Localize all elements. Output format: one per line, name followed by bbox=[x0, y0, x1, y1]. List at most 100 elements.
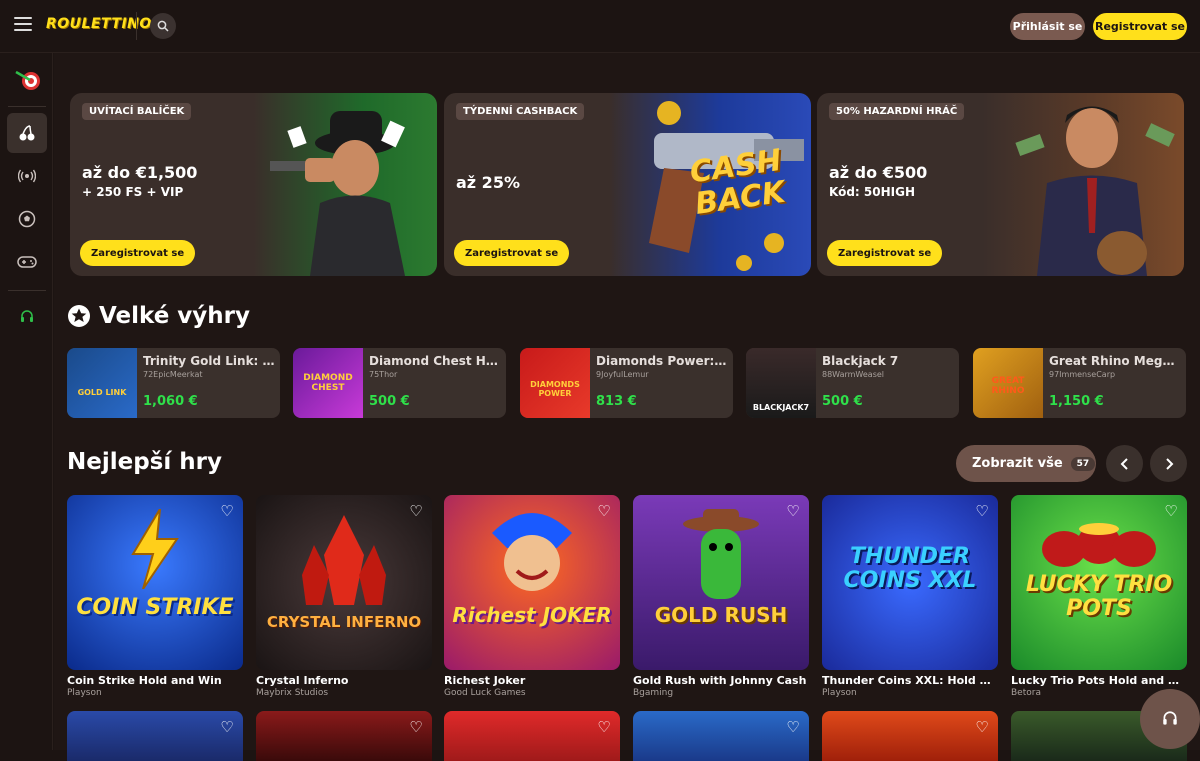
game-name: Thunder Coins XXL: Hold an... bbox=[822, 674, 998, 687]
promo-register-button[interactable]: Zaregistrovat se bbox=[454, 240, 570, 266]
game-tile[interactable]: THUNDER COINS XXL ♡ Thunder Coins XXL: H… bbox=[822, 495, 998, 698]
game-thumbnail: THUNDER COINS XXL ♡ bbox=[822, 495, 998, 670]
game-art-title: COIN STRIKE bbox=[76, 595, 234, 620]
show-all-label: Zobrazit vše bbox=[972, 456, 1063, 471]
soccer-ball-icon bbox=[18, 210, 36, 228]
sidebar-item-support[interactable] bbox=[7, 297, 47, 337]
game-thumbnail: DIAMONDS POWER bbox=[520, 348, 590, 418]
promo-subline: + 250 FS + VIP bbox=[82, 185, 184, 199]
promo-tag: TÝDENNÍ CASHBACK bbox=[456, 103, 585, 120]
game-tile-partial[interactable]: ♡ bbox=[256, 711, 432, 761]
game-thumbnail: BLACKJACK7 bbox=[746, 348, 816, 418]
win-username: 72EpicMeerkat bbox=[143, 370, 203, 379]
big-win-card[interactable]: DIAMONDS POWER Diamonds Power: H... 9Joy… bbox=[520, 348, 733, 418]
search-icon bbox=[157, 20, 169, 32]
support-chat-button[interactable] bbox=[1140, 689, 1200, 749]
game-name: Coin Strike Hold and Win bbox=[67, 674, 222, 687]
big-win-card[interactable]: GREAT RHINO Great Rhino Megaw... 97Immen… bbox=[973, 348, 1186, 418]
favorite-heart-icon[interactable]: ♡ bbox=[594, 717, 614, 737]
divider bbox=[8, 290, 46, 291]
big-win-card[interactable]: BLACKJACK7 Blackjack 7 88WarmWeasel 500 … bbox=[746, 348, 959, 418]
win-amount: 813 € bbox=[596, 394, 637, 409]
chevron-left-icon bbox=[1120, 457, 1128, 470]
joker-icon bbox=[492, 513, 572, 591]
sidebar-item-live[interactable] bbox=[7, 156, 47, 196]
game-provider: Playson bbox=[67, 688, 102, 698]
big-wins-header: Velké výhry bbox=[67, 303, 250, 329]
win-amount: 1,060 € bbox=[143, 394, 198, 409]
favorite-heart-icon[interactable]: ♡ bbox=[217, 501, 237, 521]
game-provider: Maybrix Studios bbox=[256, 688, 329, 698]
favorite-heart-icon[interactable]: ♡ bbox=[406, 501, 426, 521]
win-game-name: Blackjack 7 bbox=[822, 354, 899, 368]
favorite-heart-icon[interactable]: ♡ bbox=[594, 501, 614, 521]
game-art-title: Richest JOKER bbox=[452, 603, 612, 627]
crystal-icon bbox=[302, 515, 386, 605]
favorite-heart-icon[interactable]: ♡ bbox=[406, 717, 426, 737]
favorite-heart-icon[interactable]: ♡ bbox=[972, 501, 992, 521]
promo-tag: 50% HAZARDNÍ HRÁČ bbox=[829, 103, 965, 120]
sidebar-item-sports-promo[interactable] bbox=[7, 60, 47, 100]
promo-card-welcome[interactable]: UVÍTACÍ BALÍČEK až do €1,500 + 250 FS + … bbox=[70, 93, 437, 276]
favorite-heart-icon[interactable]: ♡ bbox=[217, 717, 237, 737]
promo-headline: až do €1,500 bbox=[82, 163, 198, 182]
favorite-heart-icon[interactable]: ♡ bbox=[783, 501, 803, 521]
cashback-art-text: CASH BACK bbox=[687, 142, 788, 222]
big-win-card[interactable]: DIAMOND CHEST Diamond Chest Hol... 75Tho… bbox=[293, 348, 506, 418]
sidebar bbox=[0, 53, 53, 750]
cactus-cowboy-icon bbox=[683, 509, 759, 599]
sidebar-item-esports[interactable] bbox=[7, 242, 47, 282]
win-game-name: Great Rhino Megaw... bbox=[1049, 354, 1181, 368]
game-provider: Good Luck Games bbox=[444, 688, 526, 698]
game-tile-partial[interactable]: ♡ bbox=[67, 711, 243, 761]
game-thumbnail: GOLD LINK bbox=[67, 348, 137, 418]
win-username: 97ImmenseCarp bbox=[1049, 370, 1116, 379]
big-win-card[interactable]: GOLD LINK Trinity Gold Link: Ru... 72Epi… bbox=[67, 348, 280, 418]
game-thumbnail: GREAT RHINO bbox=[973, 348, 1043, 418]
game-name: Richest Joker bbox=[444, 674, 526, 687]
win-game-name: Diamonds Power: H... bbox=[596, 354, 728, 368]
next-button[interactable] bbox=[1150, 445, 1187, 482]
main-content: UVÍTACÍ BALÍČEK až do €1,500 + 250 FS + … bbox=[54, 53, 1200, 761]
game-tile[interactable]: CRYSTAL INFERNO ♡ Crystal Inferno Maybri… bbox=[256, 495, 432, 698]
menu-icon[interactable] bbox=[14, 17, 32, 31]
promo-tag: UVÍTACÍ BALÍČEK bbox=[82, 103, 192, 120]
game-name: Lucky Trio Pots Hold and W... bbox=[1011, 674, 1187, 687]
game-tile[interactable]: LUCKY TRIO POTS ♡ Lucky Trio Pots Hold a… bbox=[1011, 495, 1187, 698]
show-all-button[interactable]: Zobrazit vše 57 bbox=[956, 445, 1096, 482]
game-tile-partial[interactable]: ♡ bbox=[444, 711, 620, 761]
game-tile-partial[interactable]: ♡ bbox=[633, 711, 809, 761]
favorite-heart-icon[interactable]: ♡ bbox=[1161, 501, 1181, 521]
businessman-illustration bbox=[1015, 106, 1175, 276]
game-thumbnail: Richest JOKER ♡ bbox=[444, 495, 620, 670]
promo-card-highroller[interactable]: 50% HAZARDNÍ HRÁČ až do €500 Kód: 50HIGH… bbox=[817, 93, 1184, 276]
prev-button[interactable] bbox=[1106, 445, 1143, 482]
gamepad-icon bbox=[17, 256, 37, 268]
game-tile-partial[interactable]: ♡ bbox=[822, 711, 998, 761]
game-tile[interactable]: COIN STRIKE ♡ Coin Strike Hold and Win P… bbox=[67, 495, 243, 698]
win-game-name: Trinity Gold Link: Ru... bbox=[143, 354, 275, 368]
pots-icon bbox=[1042, 523, 1156, 567]
sidebar-item-casino[interactable] bbox=[7, 113, 47, 153]
section-title: Velké výhry bbox=[99, 303, 251, 329]
game-art-title: GOLD RUSH bbox=[654, 603, 788, 627]
win-username: 9JoyfulLemur bbox=[596, 370, 649, 379]
game-provider: Bgaming bbox=[633, 688, 674, 698]
promo-card-cashback[interactable]: CASH BACK TÝDENNÍ CASHBACK až 25% Zaregi… bbox=[444, 93, 811, 276]
favorite-heart-icon[interactable]: ♡ bbox=[972, 717, 992, 737]
game-tile[interactable]: GOLD RUSH ♡ Gold Rush with Johnny Cash B… bbox=[633, 495, 809, 698]
search-button[interactable] bbox=[150, 13, 176, 39]
favorite-heart-icon[interactable]: ♡ bbox=[783, 717, 803, 737]
register-button[interactable]: Registrovat se bbox=[1093, 13, 1187, 40]
promo-register-button[interactable]: Zaregistrovat se bbox=[827, 240, 943, 266]
headset-icon bbox=[21, 310, 33, 322]
sidebar-item-sports[interactable] bbox=[7, 199, 47, 239]
top-bar: ROULETTINO Přihlásit se Registrovat se bbox=[0, 0, 1200, 53]
game-tile[interactable]: Richest JOKER ♡ Richest Joker Good Luck … bbox=[444, 495, 620, 698]
game-thumbnail: CRYSTAL INFERNO ♡ bbox=[256, 495, 432, 670]
game-art-title: THUNDER COINS XXL bbox=[843, 544, 977, 594]
game-art-title: LUCKY TRIO POTS bbox=[1025, 572, 1173, 622]
login-button[interactable]: Přihlásit se bbox=[1010, 13, 1085, 40]
game-thumbnail: LUCKY TRIO POTS ♡ bbox=[1011, 495, 1187, 670]
promo-register-button[interactable]: Zaregistrovat se bbox=[80, 240, 196, 266]
